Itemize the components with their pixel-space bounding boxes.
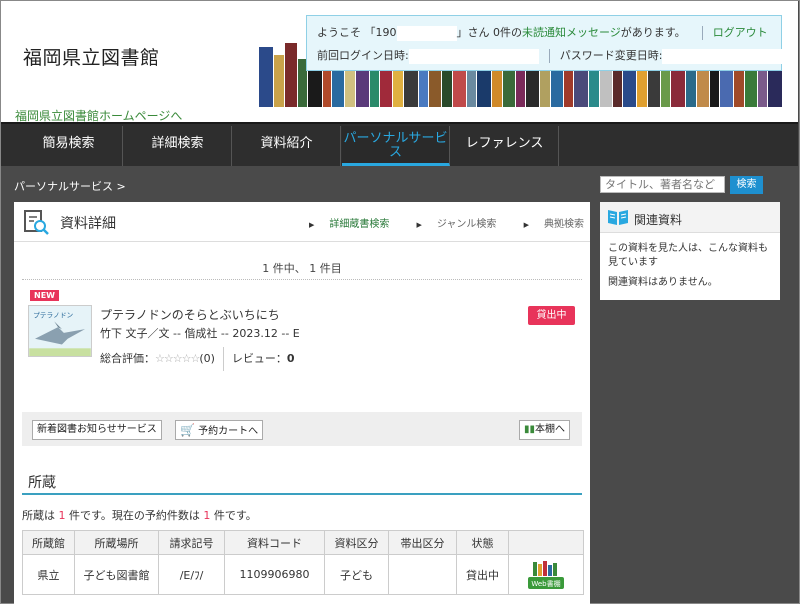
review-label: レビュー： [231,352,287,365]
last-login-value [408,48,539,64]
related-empty-message: 関連資料はありません。 [608,277,718,288]
reserve-cart-button[interactable]: 🛒 予約カートへ [175,420,264,440]
new-badge: NEW [30,290,59,301]
bookshelf-icon: ▮▮ [524,424,536,435]
site-title: 福岡県立図書館 [23,47,160,69]
tab-material-intro[interactable]: 資料紹介 [233,126,341,166]
login-info: 前回ログイン日時: パスワード変更日時: [317,47,783,64]
holdings-summary: 所蔵は 1 件です。現在の予約件数は 1 件です。 [22,509,257,522]
link-advanced-holdings-search[interactable]: ▶ 詳細蔵書検索 [297,219,389,230]
welcome-end: があります。 [620,26,686,39]
holdings-table: 所蔵館 所蔵場所 請求記号 資料コード 資料区分 帯出区分 状態 県立 子ども図… [22,530,584,595]
action-bar: 新着図書お知らせサービス 🛒 予約カートへ ▮▮本棚へ [22,412,582,446]
cell-library: 県立 [22,554,75,595]
masked-user-id [396,25,457,41]
svg-text:Web書棚: Web書棚 [531,579,560,588]
column-header: 資料区分 [324,530,389,555]
link-genre-search[interactable]: ▶ ジャンル検索 [405,219,497,230]
svg-text:プテラノドン: プテラノドン [33,312,73,320]
cell-loan-type [388,554,457,595]
breadcrumb[interactable]: パーソナルサービス > [14,178,126,194]
rating-count: (0) [199,352,215,365]
book-meta: 竹下 文子／文 -- 偕成社 -- 2023.12 -- E [100,327,300,340]
new-books-notification-button[interactable]: 新着図書お知らせサービス [32,420,162,440]
column-header [508,530,584,555]
column-header: 所蔵場所 [74,530,159,555]
column-header: 請求記号 [158,530,225,555]
search-button[interactable]: 検索 [730,176,763,194]
result-count: 1 件中、 1 件目 [262,262,342,275]
open-book-icon [608,210,628,225]
review-count: 0 [286,352,295,365]
cell-material-type: 子ども [324,554,389,595]
password-change-label: パスワード変更日時: [559,49,663,62]
related-header: 関連資料 [600,202,780,233]
related-panel: 関連資料 この資料を見た人は、こんな資料も見ています 関連資料はありません。 [600,202,780,300]
password-change-value [662,48,783,64]
column-header: 帯出区分 [388,530,457,555]
welcome-suffix: 」さん 0件の [456,26,523,39]
cell-status: 貸出中 [456,554,509,595]
link-authority-search[interactable]: ▶ 典拠検索 [512,219,584,230]
search-input[interactable] [600,176,725,193]
divider [701,26,703,40]
main-nav: 簡易検索 詳細検索 資料紹介 パーソナルサービス レファレンス [1,122,798,166]
tab-simple-search[interactable]: 簡易検索 [15,126,123,166]
table-row: 県立 子ども図書館 /E/ﾌ/ 1109906980 子ども 貸出中 Web書棚 [22,554,584,595]
cell-location: 子ども図書館 [74,554,159,595]
web-bookshelf-button[interactable]: Web書棚 [527,560,565,590]
status-badge: 貸出中 [528,306,575,325]
search-links: ▶ 詳細蔵書検索 ▶ ジャンル検索 ▶ 典拠検索 [285,215,584,230]
tab-reference[interactable]: レファレンス [451,126,559,166]
book-cover-image: プテラノドン [28,305,92,357]
page-title: 資料詳細 [60,216,116,232]
divider [22,493,582,495]
related-body: この資料を見た人は、こんな資料も見ています 関連資料はありません。 [608,242,776,290]
detail-header: 資料詳細 ▶ 詳細蔵書検索 ▶ ジャンル検索 ▶ 典拠検索 [14,202,590,242]
rating-row: 総合評価：☆☆☆☆☆(0) レビュー：0 [100,347,295,371]
divider [22,279,582,280]
welcome-prefix: ようこそ 「190 [317,26,397,39]
document-search-icon [24,210,49,235]
divider [548,49,550,63]
header: 福岡県立図書館 福岡県立図書館ホームページへ ようこそ 「190 」さん 0件の… [1,1,798,123]
tab-advanced-search[interactable]: 詳細検索 [124,126,232,166]
related-title: 関連資料 [634,213,683,227]
rating-label: 総合評価： [100,352,155,365]
star-rating-icon: ☆☆☆☆☆ [155,352,200,365]
related-description: この資料を見た人は、こんな資料も見ています [608,243,768,268]
tab-personal-service[interactable]: パーソナルサービス [342,126,450,166]
column-header: 所蔵館 [22,530,75,555]
holding-count: 1 [58,509,66,522]
unread-messages-link[interactable]: 未読通知メッセージ [522,26,621,39]
table-header-row: 所蔵館 所蔵場所 請求記号 資料コード 資料区分 帯出区分 状態 [22,530,584,555]
cart-icon: 🛒 [180,423,195,437]
detail-panel: 資料詳細 ▶ 詳細蔵書検索 ▶ ジャンル検索 ▶ 典拠検索 1 件中、 1 件目 NE… [14,202,590,604]
bookshelf-button[interactable]: ▮▮本棚へ [519,420,571,440]
divider [222,347,224,371]
cell-call-number: /E/ﾌ/ [158,554,225,595]
logout-link[interactable]: ログアウト [713,26,768,39]
welcome-box: ようこそ 「190 」さん 0件の未読通知メッセージがあります。 ログアウト 前回ロ… [306,15,783,71]
book-title-link[interactable]: プテラノドンのそらとぶいちにち [100,306,280,323]
welcome-message: ようこそ 「190 」さん 0件の未読通知メッセージがあります。 ログアウト [317,24,768,41]
column-header: 資料コード [224,530,325,555]
holdings-title: 所蔵 [28,475,56,491]
column-header: 状態 [456,530,509,555]
cell-material-code: 1109906980 [224,554,325,595]
cell-web-shelf: Web書棚 [508,554,584,595]
last-login-label: 前回ログイン日時: [317,49,409,62]
